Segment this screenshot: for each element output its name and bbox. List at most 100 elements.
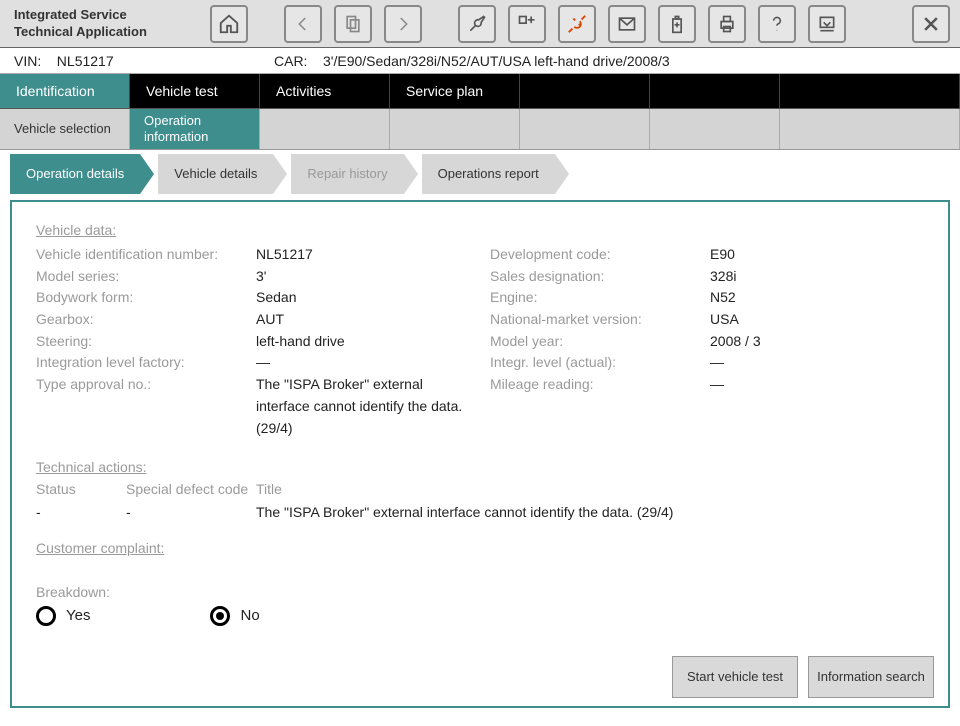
breakdown-radio-group: Yes No xyxy=(36,606,924,626)
tech-header-title: Title xyxy=(256,481,924,498)
vehicle-info-row: VIN: NL51217 CAR: 3'/E90/Sedan/328i/N52/… xyxy=(0,48,960,74)
minimize-button[interactable] xyxy=(808,5,846,43)
tab-vehicle-details[interactable]: Vehicle details xyxy=(158,154,273,194)
toolbar xyxy=(210,5,960,43)
value-type-approval: The "ISPA Broker" external interface can… xyxy=(256,374,470,439)
chevron-left-icon xyxy=(294,15,312,33)
value-gearbox: AUT xyxy=(256,309,470,331)
tab-operations-report[interactable]: Operations report xyxy=(422,154,555,194)
history-button[interactable] xyxy=(334,5,372,43)
breakdown-yes-label: Yes xyxy=(66,607,90,624)
breakdown-no-option[interactable]: No xyxy=(210,606,259,626)
secondary-tabs: Vehicle selection Operation information xyxy=(0,109,960,150)
tab2-empty-4 xyxy=(650,109,780,149)
battery-icon xyxy=(667,14,687,34)
home-button[interactable] xyxy=(210,5,248,43)
tab-empty-1 xyxy=(520,74,650,108)
label-integ-actual: Integr. level (actual): xyxy=(490,352,710,374)
label-vin: Vehicle identification number: xyxy=(36,244,256,266)
label-dev-code: Development code: xyxy=(490,244,710,266)
section-breakdown: Breakdown: xyxy=(36,584,924,600)
tech-row-title: The "ISPA Broker" external interface can… xyxy=(256,504,924,520)
tech-row-status: - xyxy=(36,504,126,520)
battery-button[interactable] xyxy=(658,5,696,43)
app-title-line1: Integrated Service xyxy=(14,7,196,24)
tab2-empty-3 xyxy=(520,109,650,149)
mail-button[interactable] xyxy=(608,5,646,43)
tab-operation-details[interactable]: Operation details xyxy=(10,154,140,194)
label-sales: Sales designation: xyxy=(490,266,710,288)
minimize-icon xyxy=(817,14,837,34)
start-vehicle-test-label: Start vehicle test xyxy=(687,669,783,685)
value-model-series: 3' xyxy=(256,266,470,288)
tab-empty-2 xyxy=(650,74,780,108)
nav-forward-button[interactable] xyxy=(384,5,422,43)
measure-icon xyxy=(517,14,537,34)
start-vehicle-test-button[interactable]: Start vehicle test xyxy=(672,656,798,698)
value-integ-actual: — xyxy=(710,352,924,374)
tech-row-code: - xyxy=(126,504,256,520)
label-integ-factory: Integration level factory: xyxy=(36,352,256,374)
tab2-empty-1 xyxy=(260,109,390,149)
value-integ-factory: — xyxy=(256,352,470,374)
information-search-label: Information search xyxy=(817,669,925,685)
breakdown-yes-option[interactable]: Yes xyxy=(36,606,90,626)
tech-actions-header: Status Special defect code Title xyxy=(36,481,924,498)
tab-operation-details-label: Operation details xyxy=(26,166,124,182)
section-vehicle-data: Vehicle data: xyxy=(36,222,924,238)
label-type-approval: Type approval no.: xyxy=(36,374,256,439)
mail-icon xyxy=(617,14,637,34)
close-button[interactable] xyxy=(912,5,950,43)
label-natmarket: National-market version: xyxy=(490,309,710,331)
label-modelyear: Model year: xyxy=(490,331,710,353)
tab-activities[interactable]: Activities xyxy=(260,74,390,108)
car-value: 3'/E90/Sedan/328i/N52/AUT/USA left-hand … xyxy=(323,53,670,69)
tab-vehicle-test[interactable]: Vehicle test xyxy=(130,74,260,108)
tab-operation-information-label: Operation information xyxy=(144,113,245,144)
print-button[interactable] xyxy=(708,5,746,43)
car-label: CAR: xyxy=(274,53,307,69)
tools-button[interactable] xyxy=(458,5,496,43)
information-search-button[interactable]: Information search xyxy=(808,656,934,698)
wrench-icon xyxy=(467,14,487,34)
home-icon xyxy=(218,13,240,35)
vin-label: VIN: xyxy=(14,53,41,69)
label-engine: Engine: xyxy=(490,287,710,309)
radio-icon xyxy=(36,606,56,626)
tech-header-code: Special defect code xyxy=(126,481,256,498)
breakdown-no-label: No xyxy=(240,607,259,624)
pages-icon xyxy=(343,14,363,34)
connection-button[interactable] xyxy=(558,5,596,43)
help-button[interactable] xyxy=(758,5,796,43)
print-icon xyxy=(717,14,737,34)
tab-vehicle-selection[interactable]: Vehicle selection xyxy=(0,109,130,149)
label-steering: Steering: xyxy=(36,331,256,353)
value-mileage: — xyxy=(710,374,924,396)
value-modelyear: 2008 / 3 xyxy=(710,331,924,353)
tab-repair-history[interactable]: Repair history xyxy=(291,154,403,194)
value-engine: N52 xyxy=(710,287,924,309)
measure-button[interactable] xyxy=(508,5,546,43)
tab-service-plan[interactable]: Service plan xyxy=(390,74,520,108)
value-vin: NL51217 xyxy=(256,244,470,266)
tab2-empty-5 xyxy=(780,109,960,149)
value-dev-code: E90 xyxy=(710,244,924,266)
tab2-empty-2 xyxy=(390,109,520,149)
label-model-series: Model series: xyxy=(36,266,256,288)
app-bar: Integrated Service Technical Application xyxy=(0,0,960,48)
value-bodywork: Sedan xyxy=(256,287,470,309)
help-icon xyxy=(767,14,787,34)
nav-back-button[interactable] xyxy=(284,5,322,43)
footer-buttons: Start vehicle test Information search xyxy=(672,656,934,698)
tech-actions-row: - - The "ISPA Broker" external interface… xyxy=(36,504,924,520)
tab-vehicle-selection-label: Vehicle selection xyxy=(14,121,111,137)
label-bodywork: Bodywork form: xyxy=(36,287,256,309)
tab-identification[interactable]: Identification xyxy=(0,74,130,108)
section-customer-complaint: Customer complaint: xyxy=(36,540,924,556)
section-technical-actions: Technical actions: xyxy=(36,459,924,475)
value-steering: left-hand drive xyxy=(256,331,470,353)
tab-operation-information[interactable]: Operation information xyxy=(130,109,260,149)
primary-tabs: Identification Vehicle test Activities S… xyxy=(0,74,960,109)
tab-operations-report-label: Operations report xyxy=(438,166,539,182)
chevron-right-icon xyxy=(394,15,412,33)
